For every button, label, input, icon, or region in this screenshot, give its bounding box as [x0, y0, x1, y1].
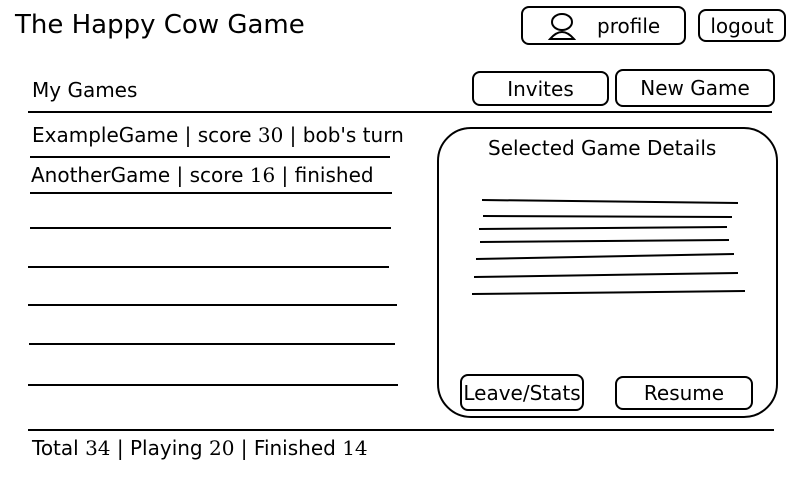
app-title: The Happy Cow Game: [15, 10, 305, 40]
list-row-line[interactable]: [28, 304, 397, 306]
score-value: 16: [249, 163, 276, 187]
game-name: AnotherGame: [31, 163, 171, 187]
list-item[interactable]: AnotherGame | score 16 | finished: [31, 163, 374, 187]
divider: [28, 429, 774, 431]
finished-count: 14: [342, 436, 368, 460]
resume-button[interactable]: Resume: [615, 376, 753, 410]
finished-label: Finished: [253, 436, 336, 460]
list-row-line: [30, 192, 392, 194]
list-row-line[interactable]: [28, 384, 398, 386]
invites-button[interactable]: Invites: [472, 71, 609, 106]
score-label: score: [189, 163, 244, 187]
list-item[interactable]: ExampleGame | score 30 | bob's turn: [32, 123, 404, 147]
list-row-line[interactable]: [30, 227, 391, 229]
playing-count: 20: [208, 436, 235, 460]
total-label: Total: [32, 436, 79, 460]
total-count: 34: [85, 436, 111, 460]
list-row-line[interactable]: [28, 266, 389, 268]
profile-label: profile: [597, 13, 661, 38]
game-name: ExampleGame: [32, 123, 179, 147]
playing-label: Playing: [129, 436, 203, 460]
game-status: finished: [294, 163, 374, 187]
leave-stats-button[interactable]: Leave/Stats: [460, 374, 584, 411]
section-title: My Games: [32, 78, 138, 102]
list-row-line: [30, 156, 390, 158]
list-row-line[interactable]: [29, 343, 395, 345]
profile-button[interactable]: profile: [521, 6, 686, 45]
panel-title: Selected Game Details: [488, 136, 717, 160]
score-label: score: [197, 123, 252, 147]
score-value: 30: [257, 123, 284, 147]
game-status: bob's turn: [302, 123, 404, 147]
summary-stats: Total 34 | Playing 20 | Finished 14: [32, 436, 368, 460]
user-icon: [547, 12, 577, 40]
new-game-button[interactable]: New Game: [615, 69, 775, 107]
logout-button[interactable]: logout: [698, 9, 786, 42]
divider: [28, 111, 772, 113]
details-text-placeholder: [471, 199, 746, 295]
